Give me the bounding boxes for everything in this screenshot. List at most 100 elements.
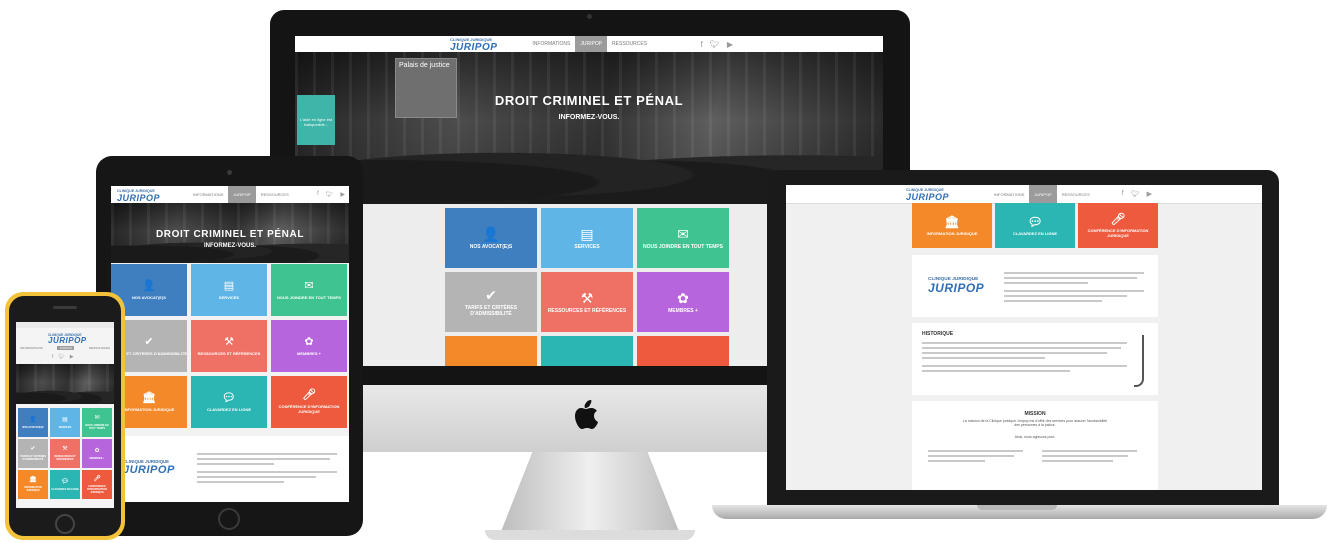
laptop-logo[interactable]: CLINIQUE JURIDIQUE JURIPOP [906, 187, 950, 202]
tile-nos-avocats[interactable]: 👤 NOS AVOCAT(E)S [445, 208, 537, 268]
tile-information-juridique[interactable]: 🏛︎ INFORMATION JURIDIQUE [912, 203, 992, 248]
envelope-icon: ✉ [677, 225, 689, 242]
youtube-icon[interactable]: ▶ [70, 354, 74, 360]
tile-clavardez[interactable]: 💬︎ CLAVARDEZ EN LIGNE [191, 376, 267, 428]
microphone-icon: 🎤︎ [302, 389, 316, 401]
envelope-icon: ✉ [94, 415, 100, 421]
ipad-navbar: CLINIQUE JURIDIQUE JURIPOP INFORMATIONS … [111, 186, 349, 204]
laptop-mission-card: MISSION La mission de la Clinique juridi… [912, 401, 1158, 490]
logo-text: JURIPOP [48, 336, 87, 345]
laptop-tiles: 🏛︎ INFORMATION JURIDIQUE 💬︎ CLAVARDEZ EN L… [912, 203, 1158, 248]
check-icon: ✔ [485, 286, 497, 303]
laptop-nav: INFORMATIONS JURIPOP RESSOURCES [989, 185, 1095, 203]
chat-badge[interactable]: L'aide en ligne est indisponible... [297, 95, 335, 145]
twitter-icon[interactable]: 🐦︎ [58, 354, 64, 360]
gavel-icon: ⚒ [224, 335, 234, 348]
iphone-nav: INFORMATIONS JURIPOP RESSOURCES [20, 346, 110, 350]
twitter-icon[interactable]: 🐦︎ [326, 191, 334, 198]
tile-membres[interactable]: ✿ MEMBRES + [271, 320, 347, 372]
nav-informations[interactable]: INFORMATIONS [188, 186, 228, 203]
youtube-icon[interactable]: ▶ [1147, 190, 1152, 198]
ipad-social: f 🐦︎ ▶ [317, 191, 345, 198]
imac-logo[interactable]: CLINIQUE JURIDIQUE JURIPOP [450, 36, 497, 53]
tile-nous-joindre[interactable]: ✉ NOUS JOINDRE EN TOUT TEMPS [271, 264, 347, 316]
tile-information-juridique[interactable] [445, 336, 537, 366]
imac-nav: INFORMATIONS JURIPOP RESSOURCES [527, 36, 652, 52]
tile-clavardez[interactable] [541, 336, 633, 366]
tile-nos-avocats[interactable]: 👤 NOS AVOCAT(E)S [18, 408, 48, 437]
tile-tarifs[interactable]: ✔ TARIFS ET CRITÈRES D'ADMISSIBILITÉ [18, 439, 48, 468]
tile-tarifs[interactable]: ✔ TARIFS ET CRITÈRES D'ADMISSIBILITÉ [445, 272, 537, 332]
courthouse-icon: 🏛︎ [142, 391, 156, 404]
tile-services[interactable]: ▤ SERVICES [541, 208, 633, 268]
iphone-hero [16, 364, 114, 404]
facebook-icon[interactable]: f [52, 354, 53, 360]
nav-juripop[interactable]: JURIPOP [575, 36, 608, 52]
ipad-logo[interactable]: CLINIQUE JURIDIQUE JURIPOP [117, 188, 161, 203]
ipad-hero: DROIT CRIMINEL ET PÉNAL INFORMEZ-VOUS. [111, 203, 349, 263]
tile-ressources[interactable]: ⚒ RESSOURCES ET RÉFÉRENCES [50, 439, 80, 468]
nav-juripop[interactable]: JURIPOP [228, 186, 256, 203]
tile-membres[interactable]: ✿ MEMBRES + [82, 439, 112, 468]
tile-clavardez[interactable]: 💬︎ CLAVARDEZ EN LIGNE [50, 470, 80, 499]
youtube-icon[interactable]: ▶ [340, 191, 345, 198]
nav-informations[interactable]: INFORMATIONS [527, 36, 575, 52]
logo-text: JURIPOP [906, 192, 950, 202]
twitter-icon[interactable]: 🐦︎ [710, 40, 720, 49]
logo-text: JURIPOP [117, 192, 161, 203]
lawyer-icon: 👤 [482, 225, 500, 242]
logo-text: JURIPOP [928, 281, 985, 295]
about-logo: CLINIQUE JURIDIQUE JURIPOP [123, 458, 175, 476]
iphone-device: CLINIQUE JURIDIQUE JURIPOP INFORMATIONS … [5, 292, 125, 540]
tile-information-juridique[interactable]: 🏛︎ INFORMATION JURIDIQUE [18, 470, 48, 499]
microphone-icon: 🎤︎ [1110, 212, 1126, 226]
tile-clavardez[interactable]: 💬︎ CLAVARDEZ EN LIGNE [995, 203, 1075, 248]
nav-ressources[interactable]: RESSOURCES [89, 346, 110, 350]
building-sign: Palais de justice [395, 58, 457, 118]
about-text-lines [197, 450, 337, 486]
nav-juripop[interactable]: JURIPOP [57, 346, 75, 350]
nav-juripop[interactable]: JURIPOP [1029, 185, 1057, 203]
members-icon: ✿ [677, 289, 689, 306]
tile-conference[interactable]: 🎤︎ CONFÉRENCE D'INFORMATION JURIDIQUE [271, 376, 347, 428]
logo-text: JURIPOP [123, 464, 175, 476]
imac-navbar: CLINIQUE JURIDIQUE JURIPOP INFORMATIONS … [295, 36, 883, 53]
tile-services[interactable]: ▤ SERVICES [191, 264, 267, 316]
mission-col-left [928, 447, 1023, 465]
tile-conference[interactable]: 🎤︎ CONFÉRENCE D'INFORMATION JURIDIQUE [82, 470, 112, 499]
iphone-tile-grid: 👤 NOS AVOCAT(E)S ▤ SERVICES ✉ NOUS JOINDRE … [18, 408, 112, 499]
facebook-icon[interactable]: f [1122, 190, 1124, 198]
apple-logo-icon [575, 400, 601, 438]
document-icon: ▤ [223, 279, 235, 292]
facebook-icon[interactable]: f [317, 191, 319, 198]
check-icon: ✔ [144, 335, 154, 348]
youtube-icon[interactable]: ▶ [727, 40, 733, 49]
tile-nous-joindre[interactable]: ✉ NOUS JOINDRE EN TOUT TEMPS [82, 408, 112, 437]
iphone-home-button[interactable] [55, 514, 75, 534]
nav-informations[interactable]: INFORMATIONS [20, 346, 43, 350]
laptop-device: CLINIQUE JURIDIQUE JURIPOP INFORMATIONS … [712, 165, 1327, 535]
courthouse-icon: 🏛︎ [944, 214, 960, 229]
imac-camera [587, 14, 592, 19]
document-icon: ▤ [580, 225, 594, 242]
lawyer-icon: 👤 [29, 416, 37, 423]
ipad-home-button[interactable] [218, 508, 240, 530]
twitter-icon[interactable]: 🐦︎ [1131, 190, 1140, 198]
laptop-notch [977, 505, 1057, 510]
imac-tile-grid: 👤 NOS AVOCAT(E)S ▤ SERVICES ✉ NOUS JOINDRE … [445, 208, 733, 366]
facebook-icon[interactable]: f [700, 40, 702, 49]
hero-title: DROIT CRIMINEL ET PÉNAL [155, 229, 305, 240]
nav-ressources[interactable]: RESSOURCES [607, 36, 652, 52]
tile-conference[interactable]: 🎤︎ CONFÉRENCE D'INFORMATION JURIDIQUE [1078, 203, 1158, 248]
laptop-about-card: CLINIQUE JURIDIQUE JURIPOP [912, 255, 1158, 317]
nav-ressources[interactable]: RESSOURCES [256, 186, 294, 203]
ipad-tile-grid: 👤 NOS AVOCAT(E)S ▤ SERVICES ✉ NOUS JOINDRE … [111, 264, 349, 428]
nav-ressources[interactable]: RESSOURCES [1057, 185, 1095, 203]
courthouse-icon: 🏛︎ [29, 477, 37, 483]
iphone-logo[interactable]: CLINIQUE JURIDIQUE JURIPOP [48, 332, 87, 345]
tile-ressources[interactable]: ⚒ RESSOURCES ET RÉFÉRENCES [541, 272, 633, 332]
tile-services[interactable]: ▤ SERVICES [50, 408, 80, 437]
nav-informations[interactable]: INFORMATIONS [989, 185, 1029, 203]
historique-text [922, 339, 1127, 375]
tile-ressources[interactable]: ⚒ RESSOURCES ET RÉFÉRENCES [191, 320, 267, 372]
